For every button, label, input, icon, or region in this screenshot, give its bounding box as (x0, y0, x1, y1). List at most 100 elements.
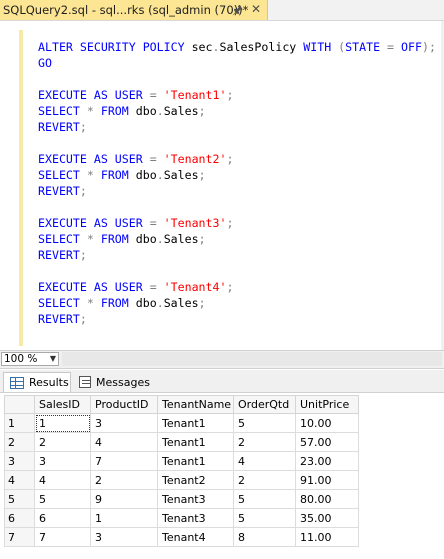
code-token: = (149, 280, 164, 294)
code-token: = (149, 88, 164, 102)
table-cell[interactable]: 2 (233, 432, 296, 452)
pin-icon[interactable]: 🖈 (232, 3, 243, 17)
code-token: . (156, 232, 164, 246)
table-cell[interactable]: 5 (233, 413, 296, 433)
close-icon[interactable]: ✕ (251, 2, 261, 17)
table-cell[interactable]: Tenant1 (157, 413, 234, 433)
code-token: OFF (401, 40, 422, 54)
code-line[interactable]: GO (38, 55, 436, 71)
table-row[interactable]: 4 4 2 Tenant2 2 91.00 (4, 470, 359, 490)
results-table[interactable]: SalesID ProductID TenantName OrderQtd Un… (4, 395, 359, 547)
code-line[interactable] (38, 135, 436, 151)
table-cell[interactable]: 5 (233, 489, 296, 509)
table-cell[interactable]: 7 (90, 451, 158, 471)
table-cell[interactable]: Tenant4 (157, 527, 234, 547)
code-token: FROM (100, 104, 136, 118)
code-line[interactable]: EXECUTE AS USER = 'Tenant4'; (38, 279, 436, 295)
table-cell[interactable]: 91.00 (295, 470, 359, 490)
column-header-tenantname[interactable]: TenantName (157, 395, 234, 414)
table-cell[interactable]: 4 (233, 451, 296, 471)
table-cell[interactable]: 2 (90, 470, 158, 490)
code-line[interactable]: SELECT * FROM dbo.Sales; (38, 295, 436, 311)
chevron-down-icon[interactable]: ▼ (50, 353, 56, 365)
query-tab[interactable]: SQLQuery2.sql - sql...rks (sql_admin (70… (0, 0, 268, 20)
table-cell[interactable]: 4 (34, 470, 91, 490)
table-cell[interactable]: 3 (90, 413, 158, 433)
column-header-unitprice[interactable]: UnitPrice (295, 395, 359, 414)
table-cell[interactable]: Tenant3 (157, 489, 234, 509)
code-token: EXECUTE AS USER (38, 152, 150, 166)
table-row[interactable]: 6 6 1 Tenant3 5 35.00 (4, 508, 359, 528)
table-cell[interactable]: 4 (90, 432, 158, 452)
horizontal-scrollbar[interactable] (62, 352, 442, 366)
query-editor[interactable]: ALTER SECURITY POLICY sec.SalesPolicy WI… (0, 20, 444, 351)
table-row[interactable]: 7 7 3 Tenant4 8 11.00 (4, 527, 359, 547)
table-cell[interactable]: 7 (34, 527, 91, 547)
code-token: SELECT (38, 168, 87, 182)
code-token: * (86, 296, 101, 310)
code-line[interactable] (38, 263, 436, 279)
code-token: FROM (100, 296, 136, 310)
table-cell[interactable]: Tenant1 (157, 451, 234, 471)
table-cell[interactable]: 3 (34, 451, 91, 471)
row-number[interactable]: 5 (4, 489, 35, 509)
code-line[interactable]: REVERT; (38, 247, 436, 263)
row-number[interactable]: 7 (4, 527, 35, 547)
row-number[interactable]: 2 (4, 432, 35, 452)
code-line[interactable]: ALTER SECURITY POLICY sec.SalesPolicy WI… (38, 39, 436, 55)
code-token: . (156, 168, 164, 182)
table-cell[interactable]: Tenant2 (157, 470, 234, 490)
row-number[interactable]: 4 (4, 470, 35, 490)
tab-results[interactable]: Results (3, 372, 71, 392)
row-number[interactable]: 3 (4, 451, 35, 471)
results-tab-bar: Results Messages (0, 370, 444, 393)
column-header-salesid[interactable]: SalesID (34, 395, 91, 414)
row-number[interactable]: 1 (4, 413, 35, 433)
table-cell[interactable]: 1 (90, 508, 158, 528)
table-cell[interactable]: Tenant3 (157, 508, 234, 528)
table-cell[interactable]: 2 (34, 432, 91, 452)
code-line[interactable]: SELECT * FROM dbo.Sales; (38, 167, 436, 183)
table-cell[interactable]: 5 (34, 489, 91, 509)
code-line[interactable]: SELECT * FROM dbo.Sales; (38, 103, 436, 119)
table-cell[interactable]: 35.00 (295, 508, 359, 528)
table-row[interactable]: 5 5 9 Tenant3 5 80.00 (4, 489, 359, 509)
table-cell[interactable]: 6 (34, 508, 91, 528)
code-line[interactable] (38, 199, 436, 215)
table-row[interactable]: 1 1 3 Tenant1 5 10.00 (4, 413, 359, 433)
table-cell[interactable]: 9 (90, 489, 158, 509)
row-number[interactable]: 6 (4, 508, 35, 528)
table-cell[interactable]: 8 (233, 527, 296, 547)
table-cell[interactable]: 23.00 (295, 451, 359, 471)
table-cell[interactable]: 10.00 (295, 413, 359, 433)
table-cell[interactable]: 11.00 (295, 527, 359, 547)
code-line[interactable]: SELECT * FROM dbo.Sales; (38, 231, 436, 247)
editor-status-bar: 100 % ▼ (0, 350, 444, 369)
code-line[interactable] (38, 71, 436, 87)
code-token: = (387, 40, 402, 54)
row-number-header[interactable] (4, 395, 35, 414)
column-header-orderqtd[interactable]: OrderQtd (233, 395, 296, 414)
table-cell[interactable]: 3 (90, 527, 158, 547)
tab-messages[interactable]: Messages (73, 372, 150, 392)
table-row[interactable]: 3 3 7 Tenant1 4 23.00 (4, 451, 359, 471)
code-token: ; (79, 248, 87, 262)
code-line[interactable]: EXECUTE AS USER = 'Tenant1'; (38, 87, 436, 103)
zoom-select[interactable]: 100 % ▼ (1, 352, 59, 366)
table-cell[interactable]: 57.00 (295, 432, 359, 452)
column-header-productid[interactable]: ProductID (90, 395, 158, 414)
code-token: WITH (303, 40, 339, 54)
code-line[interactable]: REVERT; (38, 183, 436, 199)
table-row[interactable]: 2 2 4 Tenant1 2 57.00 (4, 432, 359, 452)
table-cell[interactable]: 80.00 (295, 489, 359, 509)
table-cell[interactable]: 2 (233, 470, 296, 490)
table-cell[interactable]: 1 (34, 413, 91, 433)
table-cell[interactable]: 5 (233, 508, 296, 528)
sql-code[interactable]: ALTER SECURITY POLICY sec.SalesPolicy WI… (38, 39, 436, 327)
code-line[interactable]: REVERT; (38, 311, 436, 327)
code-line[interactable]: EXECUTE AS USER = 'Tenant3'; (38, 215, 436, 231)
results-grid[interactable]: SalesID ProductID TenantName OrderQtd Un… (0, 393, 444, 559)
code-line[interactable]: REVERT; (38, 119, 436, 135)
code-line[interactable]: EXECUTE AS USER = 'Tenant2'; (38, 151, 436, 167)
table-cell[interactable]: Tenant1 (157, 432, 234, 452)
